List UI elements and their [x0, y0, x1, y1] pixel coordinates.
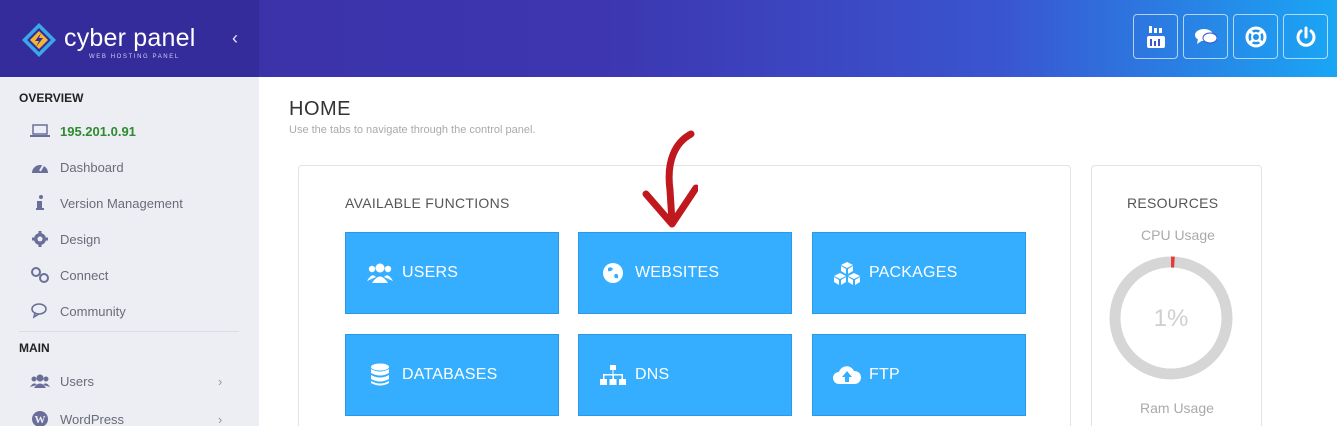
- sidebar-item-label: Connect: [60, 267, 109, 283]
- cyberpanel-logo-icon: [22, 23, 56, 57]
- sidebar-item-label: Version Management: [60, 195, 183, 211]
- logo-text: cyber panel: [64, 24, 196, 52]
- gear-icon: [30, 229, 50, 249]
- tile-label: PACKAGES: [869, 264, 958, 281]
- resources-title: RESOURCES: [1127, 195, 1219, 211]
- sidebar-item-connect[interactable]: Connect: [0, 260, 259, 290]
- tile-websites[interactable]: WEBSITES: [578, 232, 792, 314]
- database-icon: [366, 361, 394, 389]
- sidebar-item-community[interactable]: Community: [0, 296, 259, 326]
- sidebar-divider: [19, 331, 239, 332]
- youtube-icon: [1146, 25, 1165, 48]
- sidebar-item-wordpress[interactable]: W WordPress ›: [0, 404, 259, 426]
- chevron-right-icon: ›: [218, 373, 223, 389]
- top-header: cyber panel WEB HOSTING PANEL ‹: [0, 0, 1337, 77]
- sidebar-collapse-button[interactable]: ‹: [232, 28, 238, 49]
- youtube-button[interactable]: [1133, 14, 1178, 59]
- tile-label: DATABASES: [402, 366, 498, 383]
- logo-subtitle: WEB HOSTING PANEL: [89, 54, 180, 60]
- sidebar-item-label: Users: [60, 373, 94, 389]
- logout-button[interactable]: [1283, 14, 1328, 59]
- power-icon: [1296, 26, 1315, 47]
- comments-icon: [30, 301, 50, 321]
- cpu-usage-value: 1%: [1153, 305, 1189, 332]
- link-icon: [30, 265, 50, 285]
- tile-label: FTP: [869, 366, 900, 383]
- tile-label: DNS: [635, 366, 670, 383]
- laptop-icon: [30, 121, 50, 141]
- sidebar-item-design[interactable]: Design: [0, 224, 259, 254]
- tile-users[interactable]: USERS: [345, 232, 559, 314]
- tile-dns[interactable]: DNS: [578, 334, 792, 416]
- chat-button[interactable]: [1183, 14, 1228, 59]
- lifebuoy-icon: [1245, 26, 1266, 47]
- support-button[interactable]: [1233, 14, 1278, 59]
- sitemap-icon: [599, 361, 627, 389]
- sidebar-item-label: Design: [60, 231, 101, 247]
- svg-text:W: W: [35, 414, 46, 426]
- users-icon: [366, 259, 394, 287]
- page-subtitle: Use the tabs to navigate through the con…: [289, 124, 536, 136]
- tile-databases[interactable]: DATABASES: [345, 334, 559, 416]
- cloud-upload-icon: [833, 361, 861, 389]
- sidebar-item-label: Community: [60, 303, 126, 319]
- sidebar-heading-overview: OVERVIEW: [19, 91, 84, 105]
- tile-ftp[interactable]: FTP: [812, 334, 1026, 416]
- cpu-usage-label: CPU Usage: [1141, 227, 1215, 243]
- info-icon: [30, 193, 50, 213]
- functions-panel-title: AVAILABLE FUNCTIONS: [345, 195, 510, 211]
- sidebar-item-ip-address[interactable]: 195.201.0.91: [0, 116, 259, 146]
- annotation-arrow: [642, 130, 698, 228]
- sidebar-item-label: WordPress: [60, 411, 125, 426]
- sidebar-item-label: Dashboard: [60, 159, 124, 175]
- sidebar: OVERVIEW 195.201.0.91 Dashboard Version …: [0, 77, 259, 426]
- logo-area[interactable]: cyber panel WEB HOSTING PANEL: [0, 0, 259, 77]
- cubes-icon: [833, 259, 861, 287]
- sidebar-item-users[interactable]: Users ›: [0, 366, 259, 396]
- page-title: HOME: [289, 98, 351, 120]
- sidebar-item-label: 195.201.0.91: [60, 123, 136, 139]
- sidebar-item-dashboard[interactable]: Dashboard: [0, 152, 259, 182]
- chat-icon: [1194, 28, 1217, 44]
- wordpress-icon: W: [30, 409, 50, 426]
- chevron-right-icon: ›: [218, 411, 223, 426]
- users-icon: [30, 371, 50, 391]
- tile-label: USERS: [402, 264, 459, 281]
- tile-label: WEBSITES: [635, 264, 720, 281]
- tile-packages[interactable]: PACKAGES: [812, 232, 1026, 314]
- globe-icon: [599, 259, 627, 287]
- sidebar-heading-main: MAIN: [19, 341, 50, 355]
- sidebar-item-version-management[interactable]: Version Management: [0, 188, 259, 218]
- dashboard-icon: [30, 157, 50, 177]
- ram-usage-label: Ram Usage: [1140, 400, 1214, 416]
